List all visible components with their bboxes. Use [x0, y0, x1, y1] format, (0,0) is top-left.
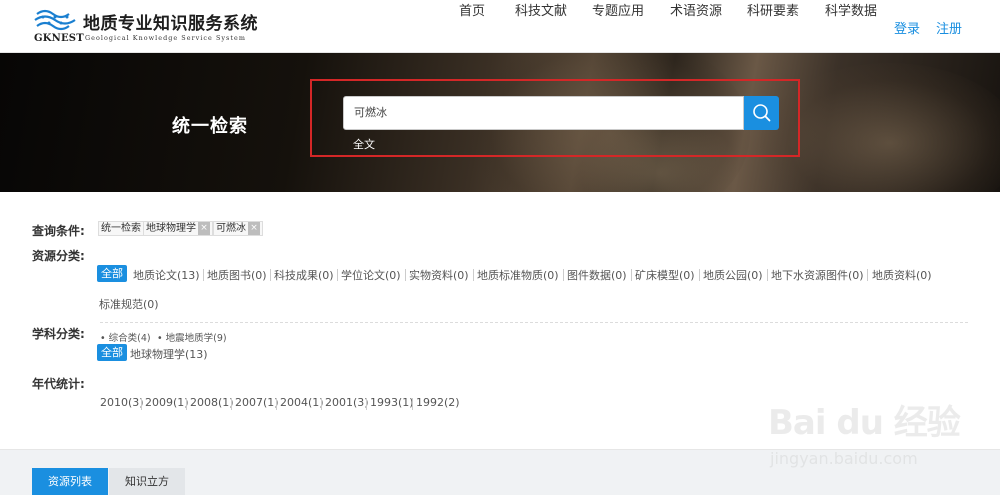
condition-tag: 统一检索	[98, 221, 144, 236]
option-separator	[270, 269, 271, 281]
watermark-text: Bai du 经验	[768, 403, 961, 443]
nav-home[interactable]: 首页	[459, 0, 485, 19]
option-separator	[203, 269, 204, 281]
nav-topics[interactable]: 专题应用	[592, 0, 644, 19]
option-separator	[405, 269, 406, 281]
resource-option[interactable]: 学位论文(0)	[341, 267, 401, 283]
condition-text: 地球物理学	[146, 223, 196, 234]
resource-option[interactable]: 矿床模型(0)	[635, 267, 695, 283]
resource-all-button[interactable]: 全部	[97, 265, 127, 282]
condition-text: 统一检索	[101, 223, 141, 234]
nav-data[interactable]: 科学数据	[825, 0, 877, 19]
resource-option[interactable]: 地下水资源图件(0)	[771, 267, 864, 283]
option-separator	[366, 398, 367, 410]
year-option[interactable]: 2009(1)	[145, 396, 189, 409]
option-separator	[231, 398, 232, 410]
year-option[interactable]: 2007(1)	[235, 396, 279, 409]
resource-option[interactable]: 图件数据(0)	[567, 267, 627, 283]
resource-option[interactable]: 实物资料(0)	[409, 267, 469, 283]
resource-option[interactable]: 地质论文(13)	[133, 267, 200, 283]
conditions-label: 查询条件:	[32, 224, 85, 238]
tab-resource-list[interactable]: 资源列表	[32, 468, 108, 495]
tab-knowledge-cube[interactable]: 知识立方	[109, 468, 185, 495]
register-link[interactable]: 注册	[936, 18, 962, 37]
option-separator	[186, 398, 187, 410]
watermark-url: jingyan.baidu.com	[770, 449, 918, 468]
search-bar: 可燃冰	[343, 96, 779, 130]
option-separator	[699, 269, 700, 281]
resource-option[interactable]: 标准规范(0)	[99, 296, 159, 312]
condition-tag: 可燃冰 ×	[213, 221, 263, 236]
year-option[interactable]: 1992(2)	[416, 396, 460, 409]
top-header: GKNEST 地质专业知识服务系统 Geological Knowledge S…	[0, 0, 1000, 53]
subject-all-button[interactable]: 全部	[97, 344, 127, 361]
subject-label: 学科分类:	[32, 327, 85, 341]
condition-tag: 地球物理学 ×	[143, 221, 213, 236]
search-scope[interactable]: 全文	[353, 136, 375, 152]
search-button[interactable]	[744, 96, 779, 130]
option-separator	[563, 269, 564, 281]
option-separator	[867, 269, 868, 281]
subject-option[interactable]: • 地震地质学(9)	[157, 330, 227, 344]
subject-option[interactable]: • 综合类(4)	[100, 330, 151, 344]
resource-option[interactable]: 地质标准物质(0)	[477, 267, 559, 283]
subject-selected[interactable]: 地球物理学(13)	[130, 346, 208, 362]
option-separator	[276, 398, 277, 410]
site-logo[interactable]: GKNEST 地质专业知识服务系统 Geological Knowledge S…	[33, 8, 258, 46]
nav-terms[interactable]: 术语资源	[670, 0, 722, 19]
option-separator	[473, 269, 474, 281]
remove-condition-icon[interactable]: ×	[198, 222, 210, 235]
year-option[interactable]: 2004(1)	[280, 396, 324, 409]
nav-literature[interactable]: 科技文献	[515, 0, 567, 19]
year-label: 年代统计:	[32, 377, 85, 391]
search-title: 统一检索	[172, 116, 248, 137]
option-separator	[767, 269, 768, 281]
subject-option-label: 综合类(4)	[108, 333, 151, 344]
search-icon	[753, 104, 771, 122]
resource-option[interactable]: 地质图书(0)	[207, 267, 267, 283]
option-separator	[337, 269, 338, 281]
search-banner: 统一检索 可燃冰 全文	[0, 53, 1000, 192]
logo-title: 地质专业知识服务系统	[83, 14, 258, 34]
option-separator	[631, 269, 632, 281]
remove-condition-icon[interactable]: ×	[248, 222, 260, 235]
option-separator	[412, 398, 413, 410]
resource-label: 资源分类:	[32, 249, 85, 263]
condition-text: 可燃冰	[216, 223, 246, 234]
resource-option[interactable]: 科技成果(0)	[274, 267, 334, 283]
option-separator	[141, 398, 142, 410]
logo-abbr: GKNEST	[34, 33, 84, 44]
subject-option-label: 地震地质学(9)	[165, 333, 227, 344]
baidu-watermark: Bai du 经验 jingyan.baidu.com	[768, 383, 968, 473]
year-option[interactable]: 2010(3)	[100, 396, 144, 409]
resource-option[interactable]: 地质公园(0)	[703, 267, 763, 283]
search-input[interactable]: 可燃冰	[343, 96, 744, 130]
year-option[interactable]: 1993(1)	[370, 396, 414, 409]
logo-subtitle: Geological Knowledge Service System	[85, 34, 246, 42]
section-divider	[100, 322, 968, 323]
nav-research[interactable]: 科研要素	[747, 0, 799, 19]
option-separator	[321, 398, 322, 410]
login-link[interactable]: 登录	[894, 18, 920, 37]
year-option[interactable]: 2008(1)	[190, 396, 234, 409]
resource-option[interactable]: 地质资料(0)	[872, 267, 932, 283]
year-option[interactable]: 2001(3)	[325, 396, 369, 409]
